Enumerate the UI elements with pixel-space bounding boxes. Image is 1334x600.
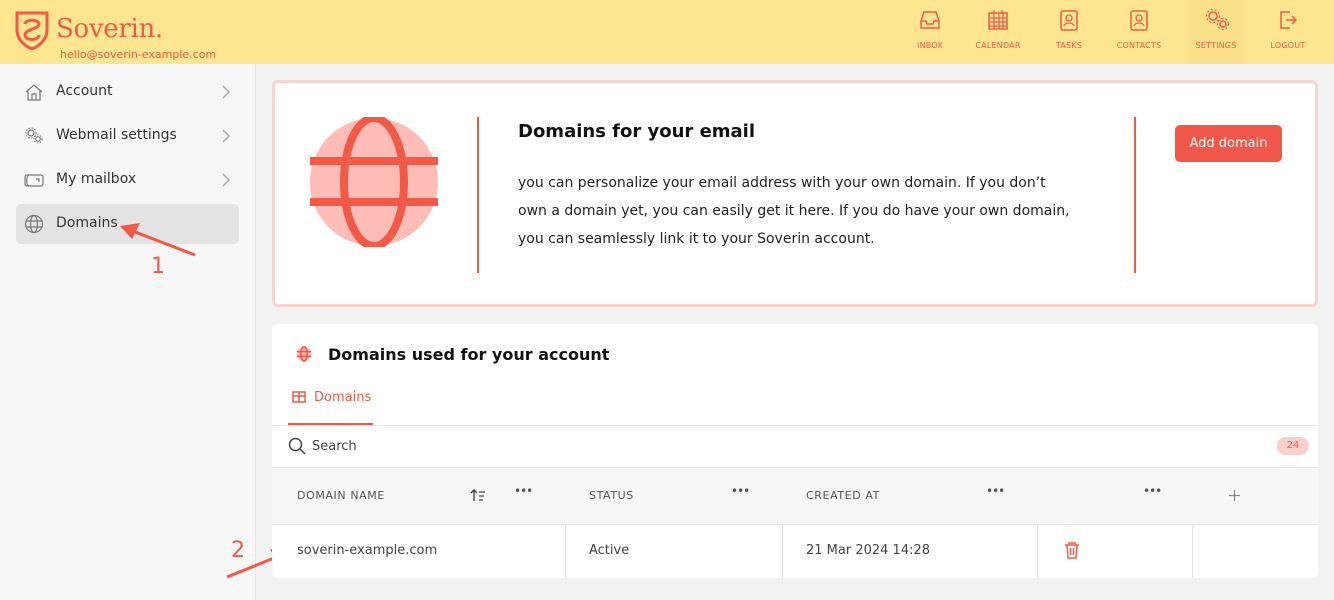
sidebar-item-label: Account [56,83,113,99]
column-header-created-at[interactable]: CREATED AT [806,489,880,502]
nav-contacts[interactable]: CONTACTS [1110,0,1168,64]
section-title: Domains used for your account [328,345,610,364]
sidebar-item-my-mailbox[interactable]: My mailbox [16,160,239,200]
table-row[interactable]: soverin-example.com Active 21 Mar 2024 1… [272,525,1318,578]
search-icon [288,437,306,455]
settings-icon [1205,8,1230,31]
add-column-icon[interactable] [1228,489,1241,502]
sidebar-item-label: Domains [56,215,118,231]
domains-list-card: Domains used for your account Domains 24… [272,324,1318,578]
tasks-icon [1060,10,1078,31]
table-icon [292,391,306,403]
mailbox-icon [24,174,44,187]
tab-label: Domains [314,390,372,405]
nav-label: INBOX [917,41,943,50]
calendar-icon [988,10,1008,30]
nav-label: TASKS [1055,41,1083,50]
globe-icon [24,214,44,234]
sidebar-item-label: Webmail settings [56,127,177,143]
home-icon [25,84,43,101]
globe-icon [296,346,312,362]
nav-inbox[interactable]: INBOX [901,0,959,64]
annotation-number-1: 1 [151,254,165,279]
nav-settings[interactable]: SETTINGS [1187,0,1245,64]
nav-label: CONTACTS [1116,41,1162,50]
domains-info-card: Domains for your email you can personali… [272,80,1318,307]
chevron-right-icon [222,173,231,187]
column-menu-icon[interactable]: ••• [986,484,1005,498]
settings-sidebar: Account Webmail settings My mailbox Doma… [0,64,256,600]
status-cell: Active [589,543,630,558]
tabs-divider [272,425,1318,426]
column-divider [1192,525,1193,578]
column-menu-icon[interactable]: ••• [1143,484,1162,498]
divider [1134,117,1136,273]
nav-tasks[interactable]: TASKS [1040,0,1098,64]
count-badge: 24 [1277,437,1309,455]
nav-label: SETTINGS [1195,41,1237,50]
domain-name-cell[interactable]: soverin-example.com [297,543,437,558]
sidebar-item-webmail-settings[interactable]: Webmail settings [16,116,239,156]
gears-icon [25,127,43,144]
brand-name[interactable]: Soverin. [56,14,163,44]
trash-icon[interactable] [1064,541,1080,559]
column-header-status[interactable]: STATUS [589,489,634,502]
created-at-cell: 21 Mar 2024 14:28 [806,543,931,558]
sort-ascending-icon[interactable] [470,488,486,502]
nav-label: CALENDAR [975,41,1021,50]
sidebar-item-label: My mailbox [56,171,137,187]
column-divider [1037,525,1038,578]
info-title: Domains for your email [518,121,756,142]
chevron-right-icon [222,129,231,143]
globe-illustration-icon [310,117,438,247]
column-divider [782,525,783,578]
info-description: you can personalize your email address w… [518,175,1070,247]
search-input[interactable] [312,434,712,458]
tab-domains[interactable]: Domains [288,380,373,425]
nav-calendar[interactable]: CALENDAR [969,0,1027,64]
add-domain-button[interactable]: Add domain [1175,125,1282,162]
column-divider [565,525,566,578]
table-header: DOMAIN NAME ••• STATUS ••• CREATED AT ••… [272,467,1318,525]
column-header-domain-name[interactable]: DOMAIN NAME [297,489,385,502]
contacts-icon [1130,10,1148,31]
account-email: hello@soverin-example.com [60,48,217,61]
nav-label: LOGOUT [1270,41,1306,50]
sidebar-item-account[interactable]: Account [16,72,239,112]
column-menu-icon[interactable]: ••• [731,484,750,498]
top-header: Soverin. hello@soverin-example.com INBOX… [0,0,1334,64]
nav-logout[interactable]: LOGOUT [1259,0,1317,64]
column-menu-icon[interactable]: ••• [514,484,533,498]
annotation-number-2: 2 [231,538,245,563]
chevron-right-icon [222,85,231,99]
divider [477,117,479,273]
inbox-icon [920,11,940,29]
logout-icon [1280,11,1298,29]
soverin-logo-icon [15,11,49,50]
